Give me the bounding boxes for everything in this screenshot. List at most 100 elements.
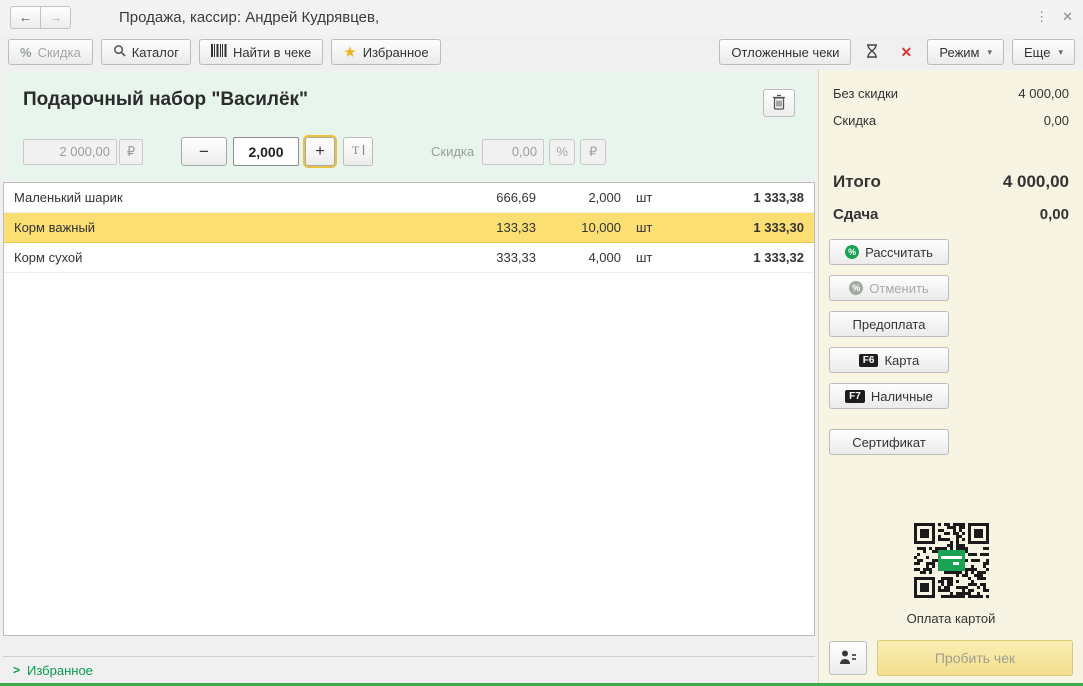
item-discount-label: Скидка [431, 144, 475, 159]
item-unit: шт [636, 220, 653, 235]
table-row-selected[interactable]: Корм важный 133,33 10,000 шт 1 333,30 [4, 213, 814, 243]
change-label: Сдача [833, 206, 879, 223]
table-row[interactable]: Маленький шарик 666,69 2,000 шт 1 333,38 [4, 183, 814, 213]
more-label: Еще [1024, 44, 1051, 60]
chevron-down-icon: ▾ [987, 46, 993, 57]
star-icon: ★ [343, 43, 357, 61]
payment-panel: Без скидки 4 000,00 Скидка 0,00 Итого 4 … [818, 70, 1083, 686]
prepayment-label: Предоплата [852, 316, 926, 332]
item-name: Корм сухой [14, 250, 83, 265]
cancel-button[interactable]: % Отменить [829, 275, 949, 301]
item-total: 1 333,30 [753, 220, 804, 235]
hourglass-icon [866, 43, 878, 61]
item-qty: 2,000 [588, 190, 621, 205]
no-discount-value: 4 000,00 [1018, 86, 1069, 101]
no-discount-label: Без скидки [833, 86, 899, 101]
item-name: Корм важный [14, 220, 96, 235]
kebab-menu-button[interactable]: ⋮ [1035, 9, 1048, 25]
back-arrow-icon: ← [18, 9, 33, 25]
main-area: Подарочный набор "Василёк" ₽ − + T [0, 70, 1083, 686]
defer-receipt-button[interactable] [859, 39, 885, 65]
item-total: 1 333,38 [753, 190, 804, 205]
item-unit: шт [636, 250, 653, 265]
favorites-expander[interactable]: > Избранное [3, 656, 815, 683]
svg-text:T: T [352, 143, 360, 157]
red-x-icon: ✕ [900, 43, 913, 60]
item-total: 1 333,32 [753, 250, 804, 265]
certificate-label: Сертификат [852, 434, 926, 450]
more-dropdown-button[interactable]: Еще ▾ [1012, 39, 1075, 65]
cash-button[interactable]: F7 Наличные [829, 383, 949, 409]
card-button[interactable]: F6 Карта [829, 347, 949, 373]
cash-label: Наличные [870, 388, 933, 404]
product-name: Подарочный набор "Василёк" [23, 89, 309, 110]
item-qty: 4,000 [588, 250, 621, 265]
delete-receipt-button[interactable]: ✕ [893, 39, 919, 65]
quantity-input[interactable] [233, 137, 299, 166]
trash-icon [772, 94, 786, 113]
table-row[interactable]: Корм сухой 333,33 4,000 шт 1 333,32 [4, 243, 814, 273]
item-discount-input [482, 138, 545, 165]
item-unit: шт [636, 190, 653, 205]
mode-dropdown-button[interactable]: Режим ▾ [927, 39, 1005, 65]
edit-quantity-button[interactable]: T [343, 137, 373, 166]
mode-label: Режим [939, 44, 980, 60]
item-price: 666,69 [496, 190, 536, 205]
chevron-down-icon: ▾ [1058, 46, 1063, 57]
change-row: Сдача 0,00 [829, 206, 1073, 223]
deferred-receipts-button[interactable]: Отложенные чеки [719, 39, 852, 65]
catalog-button[interactable]: Каталог [100, 39, 191, 65]
nav-history-group: ← → [10, 5, 71, 29]
back-button[interactable]: ← [10, 5, 41, 29]
barcode-icon [210, 44, 227, 60]
discount-summary-value: 0,00 [1043, 113, 1069, 128]
cancel-label: Отменить [869, 280, 929, 296]
total-value: 4 000,00 [1002, 172, 1069, 191]
discount-summary-label: Скидка [833, 113, 877, 128]
panel-bottom-row: Пробить чек [829, 640, 1073, 676]
forward-button[interactable]: → [40, 5, 71, 29]
favorites-button[interactable]: ★ Избранное [331, 39, 441, 65]
discount-button[interactable]: % Скидка [8, 39, 93, 65]
change-value: 0,00 [1039, 206, 1069, 223]
payment-buttons: % Рассчитать % Отменить Предоплата F6 Ка… [829, 239, 1073, 455]
discount-button-label: Скидка [37, 44, 81, 60]
discount-ruble-button[interactable]: ₽ [580, 138, 607, 165]
calculate-button[interactable]: % Рассчитать [829, 239, 949, 265]
f6-key-badge: F6 [858, 353, 879, 367]
increase-quantity-button[interactable]: + [305, 137, 335, 166]
person-icon [839, 649, 857, 668]
qr-caption: Оплата картой [906, 611, 996, 626]
qr-code [913, 523, 989, 598]
window-title: Продажа, кассир: Андрей Кудрявцев, [119, 8, 380, 26]
item-price: 133,33 [496, 220, 536, 235]
cancel-circle-icon: % [849, 281, 864, 295]
certificate-button[interactable]: Сертификат [829, 429, 949, 455]
current-item-panel: Подарочный набор "Василёк" ₽ − + T [3, 73, 815, 180]
item-price: 333,33 [496, 250, 536, 265]
text-cursor-icon: T [350, 143, 366, 160]
receipt-area: Подарочный набор "Василёк" ₽ − + T [0, 70, 818, 686]
calculate-label: Рассчитать [865, 244, 933, 260]
catalog-button-label: Каталог [131, 44, 179, 60]
kebab-menu-icon: ⋮ [1035, 9, 1049, 24]
deferred-receipts-label: Отложенные чеки [731, 44, 840, 60]
items-table: Маленький шарик 666,69 2,000 шт 1 333,38… [3, 182, 815, 636]
toolbar: % Скидка Каталог Найти в чеке ★ Избранно… [0, 34, 1083, 70]
prepayment-button[interactable]: Предоплата [829, 311, 949, 337]
discount-percent-button[interactable]: % [549, 138, 576, 165]
decrease-quantity-button[interactable]: − [181, 137, 227, 166]
favorites-button-label: Избранное [362, 44, 429, 60]
chevron-right-icon: > [13, 663, 21, 677]
titlebar: ← → Продажа, кассир: Андрей Кудрявцев, ⋮… [0, 0, 1083, 34]
find-in-receipt-button[interactable]: Найти в чеке [198, 39, 324, 65]
forward-arrow-icon: → [48, 9, 63, 25]
f7-key-badge: F7 [845, 389, 865, 403]
customer-button[interactable] [829, 641, 867, 675]
close-icon: ✕ [1062, 9, 1073, 24]
delete-item-button[interactable] [763, 89, 795, 117]
percent-icon: % [20, 44, 32, 60]
price-input [23, 138, 117, 165]
print-receipt-button[interactable]: Пробить чек [877, 640, 1073, 676]
close-button[interactable]: ✕ [1062, 9, 1073, 25]
